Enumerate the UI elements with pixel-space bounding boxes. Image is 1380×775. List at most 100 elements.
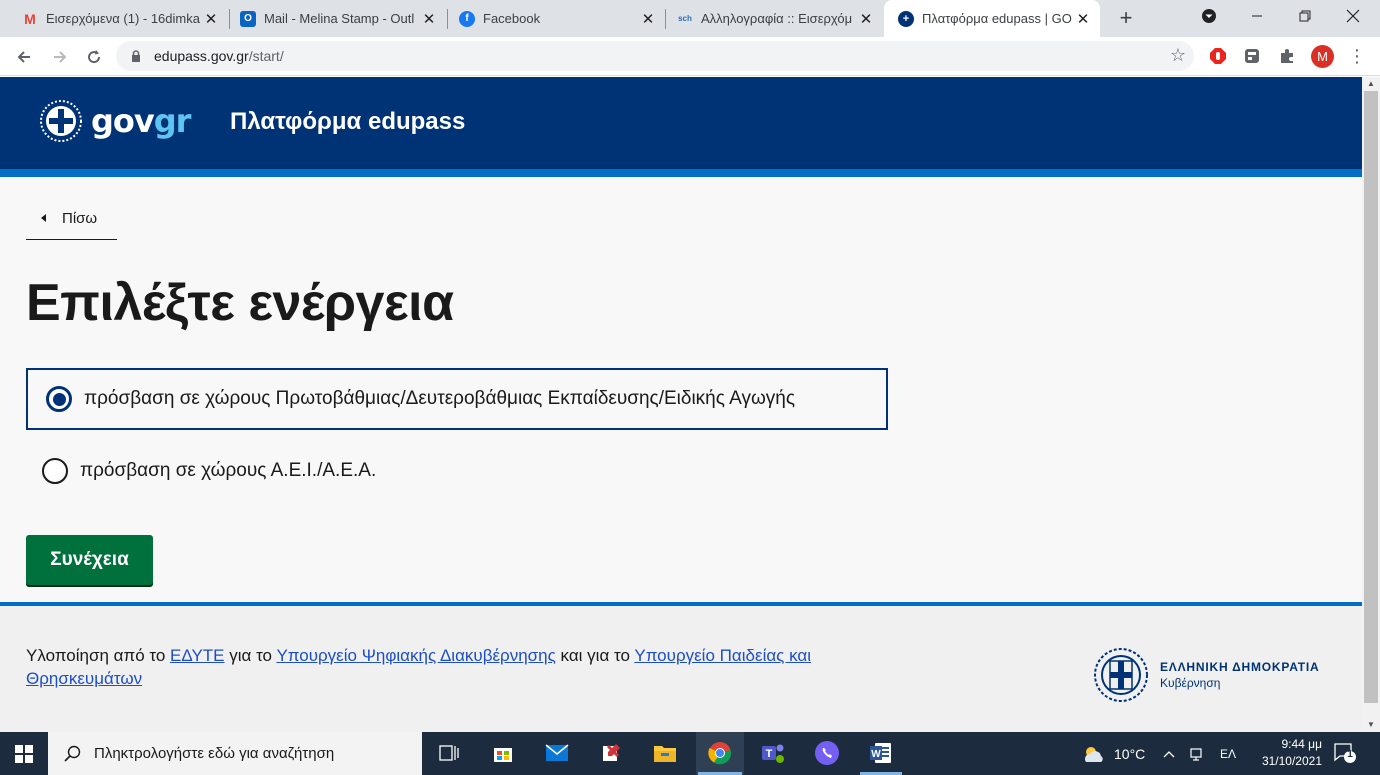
gov-icon: + (898, 10, 914, 27)
link-digital-governance-ministry[interactable]: Υπουργείο Ψηφιακής Διακυβέρνησης (276, 646, 555, 665)
tab-title: Πλατφόρμα edupass | GO (922, 11, 1072, 26)
scrollbar-thumb[interactable] (1364, 91, 1378, 703)
windows-start-icon[interactable] (0, 732, 48, 775)
svg-text:W: W (871, 749, 881, 760)
snip-sketch-icon[interactable] (596, 738, 626, 768)
network-icon[interactable] (1189, 732, 1203, 775)
radio-option-label[interactable]: πρόσβαση σε χώρους Πρωτοβάθμιας/Δευτεροβ… (84, 388, 795, 410)
clock-date: 31/10/2021 (1261, 754, 1322, 768)
back-arrow-icon[interactable] (12, 45, 36, 69)
svg-text:T: T (766, 748, 773, 760)
word-icon[interactable]: W (866, 738, 896, 768)
tab-edupass[interactable]: + Πλατφόρμα edupass | GO ✕ (884, 0, 1100, 37)
close-icon[interactable]: ✕ (420, 10, 438, 28)
address-bar[interactable]: edupass.gov.gr/start/ ☆ (116, 41, 1194, 71)
profile-avatar[interactable]: M (1311, 45, 1334, 68)
footer-text: Υλοποίηση από το (26, 646, 171, 665)
facebook-icon: f (459, 10, 475, 27)
logo-line-1: ΕΛΛΗΝΙΚΗ ΔΗΜΟΚΡΑΤΙΑ (1160, 660, 1320, 674)
bookmark-star-icon[interactable]: ☆ (1170, 45, 1186, 66)
url-host: edupass.gov.gr (154, 48, 249, 64)
search-placeholder: Πληκτρολογήστε εδώ για αναζήτηση (94, 745, 335, 762)
radio-option-label[interactable]: πρόσβαση σε χώρους Α.Ε.Ι./Α.Ε.Α. (80, 460, 376, 482)
taskbar-search-box[interactable]: Πληκτρολογήστε εδώ για αναζήτηση (48, 732, 422, 775)
gmail-icon: M (24, 10, 36, 27)
new-tab-button[interactable]: + (1114, 6, 1138, 30)
govgr-logo[interactable]: govgr (39, 99, 192, 143)
browser-tab-bar: M Εισερχόμενα (1) - 16dimka ✕ O Mail - M… (0, 0, 1380, 37)
page-scrollbar[interactable]: ▲ ▼ (1362, 77, 1380, 732)
viber-icon[interactable] (812, 738, 842, 768)
minimize-icon[interactable] (1234, 0, 1280, 32)
browser-toolbar: edupass.gov.gr/start/ ☆ (0, 37, 1380, 76)
close-window-icon[interactable] (1330, 0, 1376, 32)
greek-emblem-icon (1094, 648, 1148, 702)
back-link-label: Πίσω (62, 209, 98, 227)
lock-icon (132, 50, 140, 62)
continue-button[interactable]: Συνέχεια (26, 535, 153, 585)
site-title[interactable]: Πλατφόρμα edupass (230, 108, 465, 136)
mail-app-icon[interactable] (542, 738, 572, 768)
teams-icon[interactable]: T (758, 738, 788, 768)
hellenic-republic-logo: ΕΛΛΗΝΙΚΗ ΔΗΜΟΚΡΑΤΙΑ Κυβέρνηση (1092, 646, 1320, 704)
windows-taskbar: Πληκτρολογήστε εδώ για αναζήτηση T W 10°… (0, 732, 1380, 775)
show-hidden-icons-chevron-icon[interactable] (1163, 732, 1175, 775)
scroll-down-arrow-icon[interactable]: ▼ (1362, 718, 1380, 732)
browser-menu-icon[interactable]: ⋮ (1348, 45, 1366, 69)
page-title: Επιλέξτε ενέργεια (26, 274, 454, 332)
footer-text: για το (224, 646, 277, 665)
tab-webmail[interactable]: sch Αλληλογραφία :: Εισερχόμ ✕ (655, 0, 883, 37)
extension-icon[interactable] (1242, 46, 1262, 66)
greek-emblem-icon (40, 100, 82, 142)
reload-icon[interactable] (82, 45, 106, 69)
webmail-icon: sch (678, 14, 692, 23)
tab-title: Facebook (483, 11, 541, 26)
restore-icon[interactable] (1282, 0, 1328, 32)
footer-text: και για το (555, 646, 635, 665)
taskbar-clock[interactable]: 9:44 μμ 31/10/2021 (1240, 736, 1322, 770)
radio-button-checked[interactable] (46, 386, 72, 412)
tab-title: Mail - Melina Stamp - Outl (264, 11, 415, 26)
tab-search-icon[interactable] (1186, 0, 1232, 32)
site-header: govgr Πλατφόρμα edupass (0, 77, 1362, 169)
radio-button-unchecked[interactable] (42, 458, 68, 484)
logo-gr: gr (153, 102, 192, 140)
radio-option-university[interactable]: πρόσβαση σε χώρους Α.Ε.Ι./Α.Ε.Α. (26, 454, 376, 488)
tab-title: Εισερχόμενα (1) - 16dimka (46, 11, 200, 26)
header-stripe (0, 169, 1362, 177)
logo-gov: gov (91, 102, 155, 140)
tab-title: Αλληλογραφία :: Εισερχόμ (701, 11, 853, 26)
logo-line-2: Κυβέρνηση (1160, 676, 1221, 690)
puzzle-extensions-icon[interactable] (1277, 46, 1297, 66)
partly-cloudy-icon (1085, 746, 1103, 762)
search-icon (64, 745, 81, 762)
scroll-up-arrow-icon[interactable]: ▲ (1362, 77, 1380, 91)
site-footer: Υλοποίηση από το ΕΔΥΤΕ για το Υπουργείο … (0, 602, 1362, 732)
url-path: /start/ (248, 48, 284, 64)
close-icon[interactable]: ✕ (1074, 10, 1092, 28)
notification-icon[interactable]: 1 (1334, 743, 1356, 763)
chrome-icon[interactable] (705, 738, 735, 768)
file-explorer-icon[interactable] (650, 738, 680, 768)
footer-credits: Υλοποίηση από το ΕΔΥΤΕ για το Υπουργείο … (26, 644, 886, 690)
temperature: 10°C (1114, 745, 1146, 762)
task-view-icon[interactable] (434, 738, 464, 768)
clock-time: 9:44 μμ (1281, 737, 1322, 751)
back-link[interactable]: Πίσω (26, 197, 117, 240)
adblock-extension-icon[interactable] (1208, 46, 1228, 66)
page-viewport: govgr Πλατφόρμα edupass Πίσω Επιλέξτε εν… (0, 77, 1362, 732)
radio-option-primary-secondary[interactable]: πρόσβαση σε χώρους Πρωτοβάθμιας/Δευτεροβ… (26, 368, 888, 430)
tab-facebook[interactable]: f Facebook ✕ (437, 0, 665, 37)
microsoft-store-icon[interactable] (488, 738, 518, 768)
tab-gmail[interactable]: M Εισερχόμενα (1) - 16dimka ✕ (0, 0, 228, 37)
weather-widget[interactable]: 10°C (1080, 732, 1145, 775)
outlook-icon: O (240, 10, 256, 27)
notification-count: 1 (1347, 749, 1353, 760)
caret-left-icon (41, 214, 46, 222)
forward-arrow-icon[interactable] (48, 45, 72, 69)
radio-dot (52, 392, 66, 406)
language-indicator[interactable]: ΕΛ (1220, 732, 1236, 775)
tab-outlook[interactable]: O Mail - Melina Stamp - Outl ✕ (218, 0, 446, 37)
link-edyte[interactable]: ΕΔΥΤΕ (170, 646, 225, 665)
close-icon[interactable]: ✕ (857, 10, 875, 28)
